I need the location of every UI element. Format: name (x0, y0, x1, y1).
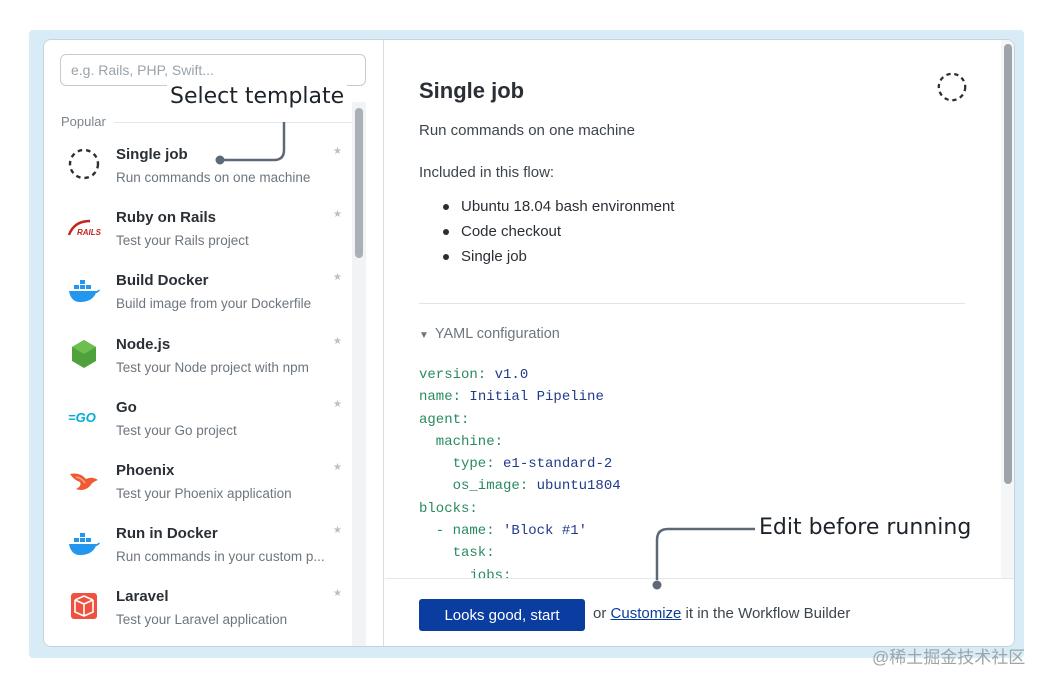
template-picker-dialog: Popular Single job Run commands on one m… (43, 39, 1015, 647)
template-desc: Test your Node project with npm (116, 360, 309, 375)
template-name: Laravel (116, 588, 169, 605)
dashed-circle-icon (937, 72, 967, 102)
star-icon[interactable]: ★ (333, 146, 342, 157)
detail-footer: Looks good, start or Customize it in the… (385, 578, 1014, 646)
dashed-circle-icon (68, 148, 100, 180)
detail-scrollbar[interactable] (1001, 40, 1014, 578)
star-icon[interactable]: ★ (333, 399, 342, 410)
yaml-configuration-toggle[interactable]: ▼ YAML configuration (419, 326, 560, 342)
template-item-go[interactable]: =GO Go Test your Go project ★ (44, 389, 364, 451)
detail-subtitle: Run commands on one machine (419, 122, 635, 139)
star-icon[interactable]: ★ (333, 462, 342, 473)
template-name: Ruby on Rails (116, 209, 217, 226)
template-desc: Run commands on one machine (116, 170, 311, 185)
template-item-nodejs[interactable]: Node.js Test your Node project with npm … (44, 326, 364, 388)
template-item-laravel[interactable]: Laravel Test your Laravel application ★ (44, 578, 364, 640)
star-icon[interactable]: ★ (333, 272, 342, 283)
customize-link[interactable]: Customize (611, 605, 682, 622)
yaml-line: name: Initial Pipeline (419, 389, 604, 406)
template-name: Run in Docker (116, 525, 218, 542)
triangle-down-icon: ▼ (419, 330, 429, 341)
svg-text:RAILS: RAILS (77, 228, 102, 237)
section-divider (419, 303, 965, 304)
docker-icon (69, 533, 100, 555)
included-item: Code checkout (443, 223, 674, 248)
yaml-line: task: (419, 545, 495, 562)
yaml-line: os_image: ubuntu1804 (419, 478, 621, 495)
yaml-line: agent: (419, 411, 470, 428)
star-icon[interactable]: ★ (333, 588, 342, 599)
nodejs-icon (72, 340, 96, 368)
yaml-line: version: v1.0 (419, 367, 529, 383)
phoenix-icon (70, 473, 98, 490)
included-label: Included in this flow: (419, 164, 555, 181)
template-list-scrollbar[interactable] (352, 102, 366, 646)
footer-text: or Customize it in the Workflow Builder (593, 605, 851, 622)
yaml-code-block: version: v1.0 name: Initial Pipeline agent… (419, 364, 979, 578)
laravel-icon (71, 593, 97, 619)
detail-title: Single job (419, 78, 525, 103)
template-name: Single job (116, 146, 188, 163)
template-desc: Test your Phoenix application (116, 486, 292, 501)
template-item-ruby-on-rails[interactable]: RAILS Ruby on Rails Test your Rails proj… (44, 199, 364, 261)
template-desc: Run commands in your custom p... (116, 549, 325, 564)
star-icon[interactable]: ★ (333, 209, 342, 220)
watermark: @稀土掘金技术社区 (872, 648, 1026, 667)
section-label-popular: Popular (61, 114, 106, 129)
go-icon: =GO (68, 410, 96, 425)
template-list-panel: Popular Single job Run commands on one m… (44, 40, 384, 646)
template-item-run-in-docker[interactable]: Run in Docker Run commands in your custo… (44, 515, 364, 577)
template-detail-panel: Single job Run commands on one machine I… (385, 40, 1014, 646)
template-name: Node.js (116, 336, 171, 353)
star-icon[interactable]: ★ (333, 525, 342, 536)
looks-good-start-button[interactable]: Looks good, start (419, 599, 585, 631)
included-item: Single job (443, 248, 674, 273)
docker-icon (69, 280, 100, 302)
annotation-select-template: Select template (167, 84, 348, 109)
rails-icon: RAILS (67, 219, 102, 237)
template-name: Phoenix (116, 462, 175, 479)
yaml-line: jobs: (419, 567, 512, 578)
svg-text:=GO: =GO (68, 410, 96, 425)
template-desc: Test your Go project (116, 423, 237, 438)
template-desc: Test your Laravel application (116, 612, 288, 627)
section-divider (114, 122, 354, 123)
star-icon[interactable]: ★ (333, 336, 342, 347)
yaml-line: machine: (419, 433, 504, 450)
included-list: Ubuntu 18.04 bash environment Code check… (443, 198, 674, 273)
template-item-single-job[interactable]: Single job Run commands on one machine ★ (44, 136, 364, 198)
scrollbar-thumb[interactable] (355, 108, 363, 258)
included-item: Ubuntu 18.04 bash environment (443, 198, 674, 223)
template-name: Go (116, 399, 137, 416)
yaml-line: type: e1-standard-2 (419, 456, 613, 473)
template-name: Build Docker (116, 272, 209, 289)
scrollbar-thumb[interactable] (1004, 44, 1012, 484)
template-item-phoenix[interactable]: Phoenix Test your Phoenix application ★ (44, 452, 364, 514)
template-desc: Build image from your Dockerfile (116, 296, 312, 311)
annotation-edit-before-running: Edit before running (756, 515, 975, 540)
template-item-build-docker[interactable]: Build Docker Build image from your Docke… (44, 262, 364, 324)
template-search-input[interactable] (60, 54, 366, 86)
template-desc: Test your Rails project (116, 233, 249, 248)
